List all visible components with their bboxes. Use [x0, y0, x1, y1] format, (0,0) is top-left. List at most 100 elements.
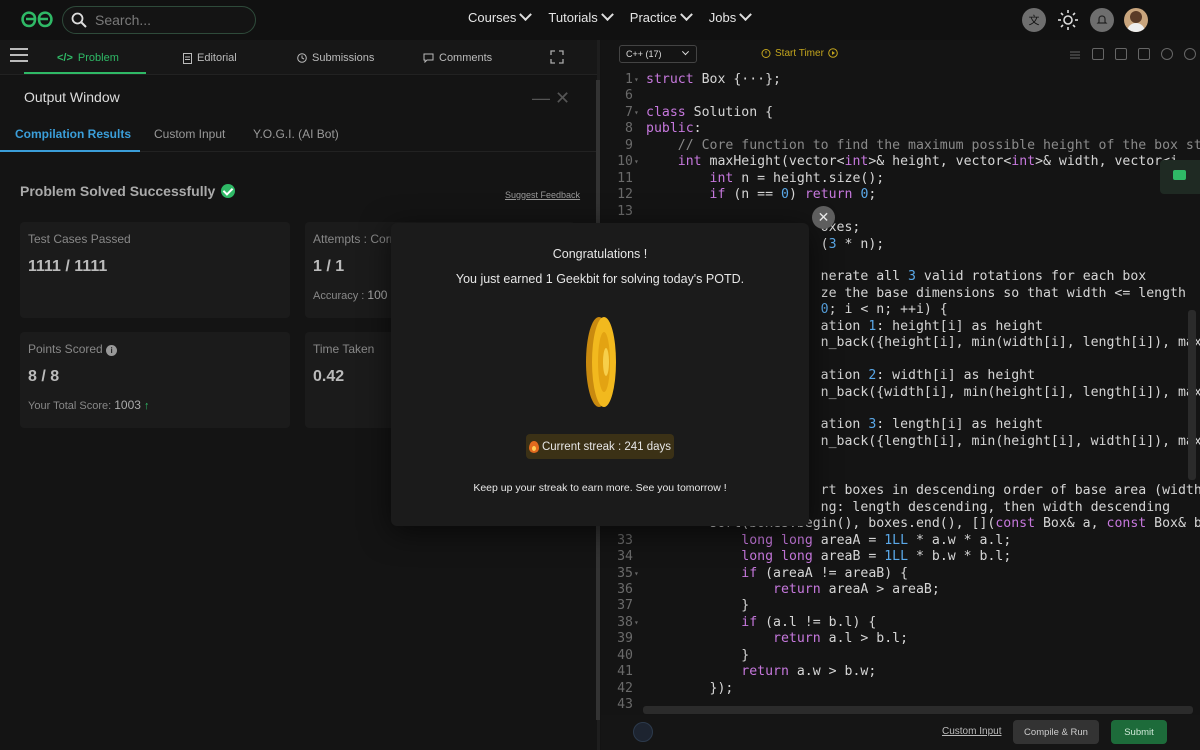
active-tab-underline	[24, 72, 146, 74]
attempts-value: 1 / 1	[313, 258, 345, 275]
accuracy-label: Accuracy :	[313, 290, 365, 302]
language-select[interactable]: C++ (17)	[619, 45, 697, 63]
hamburger-menu-icon[interactable]	[10, 48, 28, 62]
translate-icon[interactable]: 文	[1022, 8, 1046, 32]
line-number: 38	[617, 614, 633, 630]
line-number: 34	[617, 549, 633, 565]
chevron-down-icon	[739, 8, 753, 22]
menu-tutorials-label: Tutorials	[548, 10, 598, 25]
user-avatar[interactable]	[1124, 8, 1148, 32]
tab-compilation-results[interactable]: Compilation Results	[15, 127, 131, 141]
fold-chevron-icon[interactable]: ▾	[634, 154, 639, 170]
code-text: long long areaA = 1LL * a.w * a.l;	[741, 532, 1012, 548]
search-input[interactable]	[95, 12, 245, 28]
start-timer-label: Start Timer	[775, 48, 824, 59]
fold-chevron-icon[interactable]: ▾	[634, 566, 639, 582]
tab-submissions[interactable]: Submissions	[297, 52, 374, 64]
output-title: Output Window	[24, 89, 120, 105]
line-number: 8	[625, 121, 633, 137]
tab-editorial-label: Editorial	[197, 52, 237, 64]
menu-practice[interactable]: Practice	[630, 8, 693, 25]
fullscreen-icon[interactable]	[550, 50, 564, 64]
clock-icon	[297, 53, 307, 63]
menu-jobs-label: Jobs	[708, 10, 737, 25]
gfg-logo[interactable]	[18, 8, 56, 30]
tab-editorial[interactable]: Editorial	[183, 52, 237, 64]
tab-problem[interactable]: </> Problem	[57, 52, 119, 64]
language-value: C++ (17)	[626, 49, 662, 59]
code-text: return areaA > areaB;	[773, 581, 940, 597]
assistant-toggle-icon[interactable]	[633, 722, 653, 742]
code-text: return a.w > b.w;	[741, 664, 877, 680]
total-score-value: 1003	[114, 398, 141, 412]
start-timer-button[interactable]: Start Timer	[761, 48, 838, 59]
settings-icon[interactable]	[1161, 48, 1173, 60]
time-value: 0.42	[313, 368, 345, 385]
menu-courses[interactable]: Courses	[468, 8, 533, 25]
line-number: 11	[617, 170, 633, 186]
export-icon[interactable]	[1115, 48, 1127, 60]
arrow-up-icon: ↑	[144, 400, 150, 412]
editor-toolbar: C++ (17) Start Timer	[601, 40, 1200, 70]
fold-chevron-icon[interactable]: ▾	[634, 105, 639, 121]
submit-button[interactable]: Submit	[1111, 720, 1167, 744]
tab-comments[interactable]: Comments	[423, 52, 492, 64]
custom-input-link[interactable]: Custom Input	[942, 726, 1001, 737]
test-cases-card: Test Cases Passed 1111 / 1111	[20, 222, 290, 318]
chat-feedback-icon[interactable]	[1160, 160, 1200, 194]
notification-bell-icon[interactable]	[1090, 8, 1114, 32]
main-menu: Courses Tutorials Practice Jobs	[468, 8, 753, 25]
output-tabs: Compilation Results Custom Input Y.O.G.I…	[0, 118, 597, 152]
compile-run-button[interactable]: Compile & Run	[1013, 720, 1099, 744]
editor-actions-bar: Custom Input Compile & Run Submit	[601, 715, 1200, 750]
tab-comments-label: Comments	[439, 52, 493, 64]
save-icon[interactable]	[1138, 48, 1150, 60]
streak-badge: Current streak : 241 days	[526, 434, 674, 459]
congratulations-modal: Congratulations ! You just earned 1 Geek…	[391, 223, 809, 526]
streak-text: Current streak : 241 days	[541, 440, 672, 453]
code-text: // Core function to find the maximum pos…	[677, 137, 1200, 153]
fold-chevron-icon[interactable]: ▾	[634, 615, 639, 631]
menu-tutorials[interactable]: Tutorials	[548, 8, 614, 25]
chevron-down-icon	[681, 48, 690, 56]
total-score-row: Your Total Score: 1003 ↑	[28, 398, 150, 412]
tab-submissions-label: Submissions	[312, 52, 375, 64]
reset-icon[interactable]	[1184, 48, 1196, 60]
list-icon[interactable]	[1069, 48, 1081, 60]
points-label-row: Points Scored i	[28, 342, 118, 356]
minimize-close-controls[interactable]: — ✕	[532, 88, 570, 109]
modal-message: You just earned 1 Geekbit for solving to…	[455, 272, 745, 286]
line-number: 9	[625, 137, 633, 153]
accuracy-row: Accuracy : 100	[313, 288, 387, 302]
info-icon[interactable]: i	[106, 345, 118, 356]
tab-problem-label: Problem	[77, 52, 119, 64]
points-card: Points Scored i 8 / 8 Your Total Score: …	[20, 332, 290, 428]
menu-jobs[interactable]: Jobs	[708, 8, 753, 25]
document-icon	[183, 52, 192, 64]
vertical-scrollbar[interactable]	[1188, 310, 1196, 480]
close-icon[interactable]: ✕	[812, 206, 835, 229]
code-text: return a.l > b.l;	[773, 631, 909, 647]
line-number: 7	[625, 104, 633, 120]
fold-chevron-icon[interactable]: ▾	[634, 72, 639, 88]
suggest-feedback-link[interactable]: Suggest Feedback	[505, 190, 580, 200]
test-cases-label: Test Cases Passed	[28, 232, 131, 246]
menu-courses-label: Courses	[468, 10, 517, 25]
line-number: 10	[617, 154, 633, 170]
search-box[interactable]	[62, 6, 256, 34]
total-score-label: Your Total Score:	[28, 400, 112, 412]
check-circle-icon	[221, 184, 236, 198]
tab-custom-input[interactable]: Custom Input	[154, 127, 225, 141]
code-text: int n = height.size();	[709, 170, 885, 186]
active-output-tab-underline	[0, 150, 140, 152]
line-number: 40	[617, 647, 633, 663]
code-text: int maxHeight(vector<int>& height, vecto…	[677, 154, 1179, 170]
tab-yogi-ai-bot[interactable]: Y.O.G.I. (AI Bot)	[253, 127, 339, 141]
points-label: Points Scored	[28, 342, 103, 356]
line-number: 42	[617, 680, 633, 696]
code-text: long long areaB = 1LL * b.w * b.l;	[741, 549, 1012, 565]
copy-icon[interactable]	[1092, 48, 1104, 60]
theme-toggle-icon[interactable]	[1056, 8, 1080, 32]
horizontal-scrollbar[interactable]	[643, 706, 1193, 714]
nav-actions: 文	[1022, 8, 1148, 32]
